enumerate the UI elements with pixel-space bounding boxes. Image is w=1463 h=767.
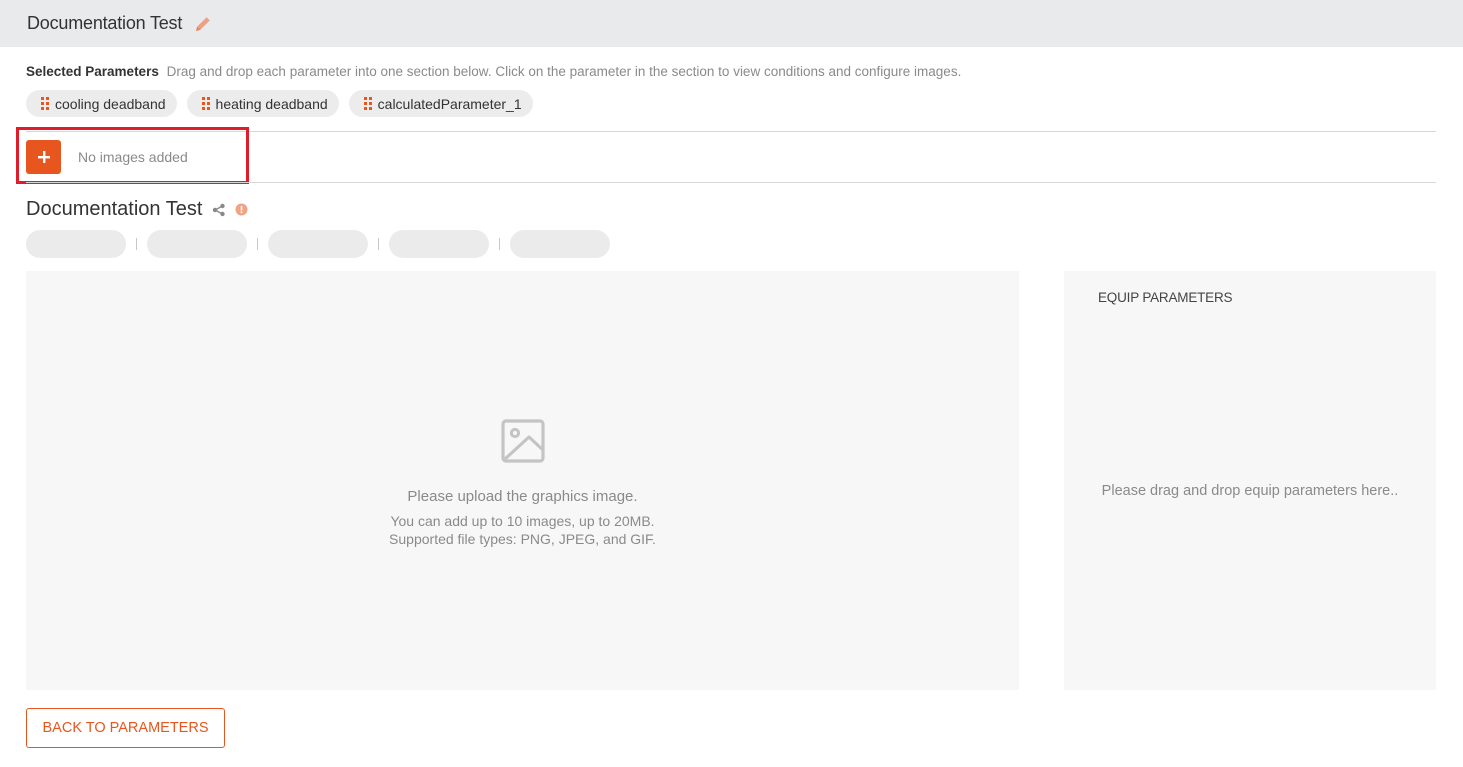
equip-parameters-panel[interactable]: EQUIP PARAMETERS Please drag and drop eq… (1064, 271, 1436, 690)
parameter-chip[interactable]: cooling deadband (26, 90, 177, 117)
drag-handle-icon[interactable] (363, 97, 372, 110)
upload-limit-text: You can add up to 10 images, up to 20MB. (390, 513, 655, 529)
info-icon[interactable] (235, 203, 248, 216)
page-title: Documentation Test (27, 13, 183, 33)
upload-limits: You can add up to 10 images, up to 20MB.… (26, 512, 1019, 548)
upload-prompt: Please upload the graphics image. (407, 488, 638, 505)
image-icon (500, 419, 545, 463)
parameter-chip-label: calculatedParameter_1 (377, 95, 522, 112)
divider (26, 182, 1436, 183)
page-header: Documentation Test (0, 0, 1463, 47)
tab-placeholder[interactable] (389, 230, 489, 258)
pencil-icon[interactable] (192, 13, 214, 35)
tab-separator (257, 238, 258, 250)
graphics-canvas[interactable]: Please upload the graphics image. You ca… (26, 271, 1019, 690)
section-header: Documentation Test (26, 198, 248, 221)
parameter-chips: cooling deadband heating deadband calcul… (26, 90, 533, 117)
selected-parameters-hint: Drag and drop each parameter into one se… (166, 64, 962, 79)
share-icon[interactable] (212, 203, 226, 217)
highlight-box (16, 127, 249, 184)
section-tabs (26, 230, 610, 258)
tab-separator (136, 238, 137, 250)
tab-separator (499, 238, 500, 250)
upload-placeholder: Please upload the graphics image. You ca… (26, 417, 1019, 548)
parameter-chip[interactable]: calculatedParameter_1 (348, 90, 533, 117)
drag-handle-icon[interactable] (41, 97, 49, 110)
equip-parameters-heading: EQUIP PARAMETERS (1098, 290, 1233, 305)
equip-parameters-dropzone-text: Please drag and drop equip parameters he… (1101, 483, 1399, 499)
tab-placeholder[interactable] (26, 230, 126, 258)
back-to-parameters-button[interactable]: BACK TO PARAMETERS (26, 708, 225, 748)
parameter-chip[interactable]: heating deadband (186, 90, 339, 117)
section-title: Documentation Test (26, 198, 203, 220)
drag-handle-icon[interactable] (201, 97, 210, 110)
tab-separator (378, 238, 379, 250)
tab-placeholder[interactable] (268, 230, 368, 258)
tab-placeholder[interactable] (147, 230, 247, 258)
tab-placeholder[interactable] (510, 230, 610, 258)
parameter-chip-label: cooling deadband (55, 95, 166, 112)
selected-parameters-label: Selected Parameters (26, 64, 159, 79)
parameter-chip-label: heating deadband (215, 95, 328, 112)
upload-filetypes-text: Supported file types: PNG, JPEG, and GIF… (389, 531, 656, 547)
selected-parameters-row: Selected Parameters Drag and drop each p… (26, 64, 961, 79)
